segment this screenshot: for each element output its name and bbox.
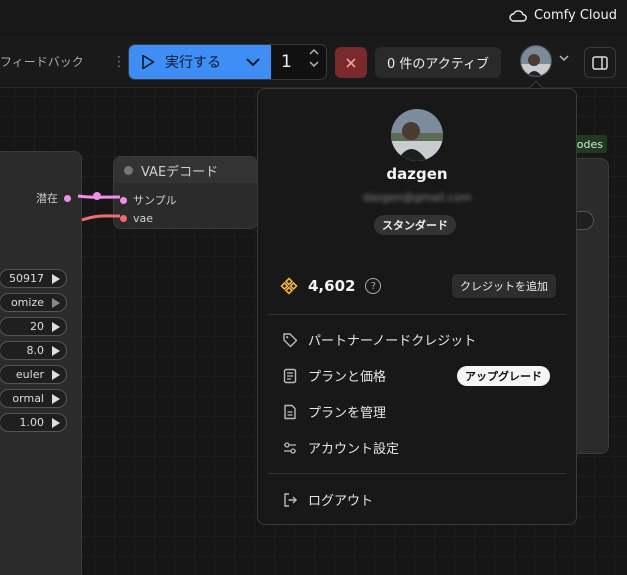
avatar [391,109,443,161]
vae-wire [81,214,121,222]
menu-item-label: プランと価格 [308,370,387,385]
help-icon[interactable]: ? [365,278,382,294]
divider [268,473,566,474]
logout-label: ログアウト [308,494,374,509]
logout-icon [284,492,297,507]
divider [268,314,566,315]
menu-item-label: プランを管理 [308,406,387,421]
tag-icon [283,332,298,347]
credits-row: 4,602 ? クレジットを追加 [280,274,556,298]
document-icon [284,404,296,419]
menu-item-label: パートナーノードクレジット [308,334,477,349]
credit-icon [280,277,298,295]
menu-item-plans-pricing[interactable]: プランと価格 [282,366,386,385]
logout-button[interactable]: ログアウト [282,490,373,509]
menu-item-partner-credits[interactable]: パートナーノードクレジット [282,330,476,349]
account-menu: dazgen dazgen@gmail.com スタンダード 4,602 ? ク… [257,88,577,525]
wire-midpoint [93,192,101,200]
upgrade-badge[interactable]: アップグレード [457,366,550,386]
username: dazgen [386,165,448,183]
sliders-icon [284,441,296,454]
plan-badge: スタンダード [374,215,456,235]
credit-balance: 4,602 [308,277,356,295]
menu-item-manage-plan[interactable]: プランを管理 [282,402,386,421]
add-credits-button[interactable]: クレジットを追加 [452,274,556,298]
receipt-icon [283,368,297,383]
user-email: dazgen@gmail.com [362,191,472,204]
menu-item-label: アカウント設定 [308,442,400,457]
menu-item-account-settings[interactable]: アカウント設定 [282,438,399,457]
